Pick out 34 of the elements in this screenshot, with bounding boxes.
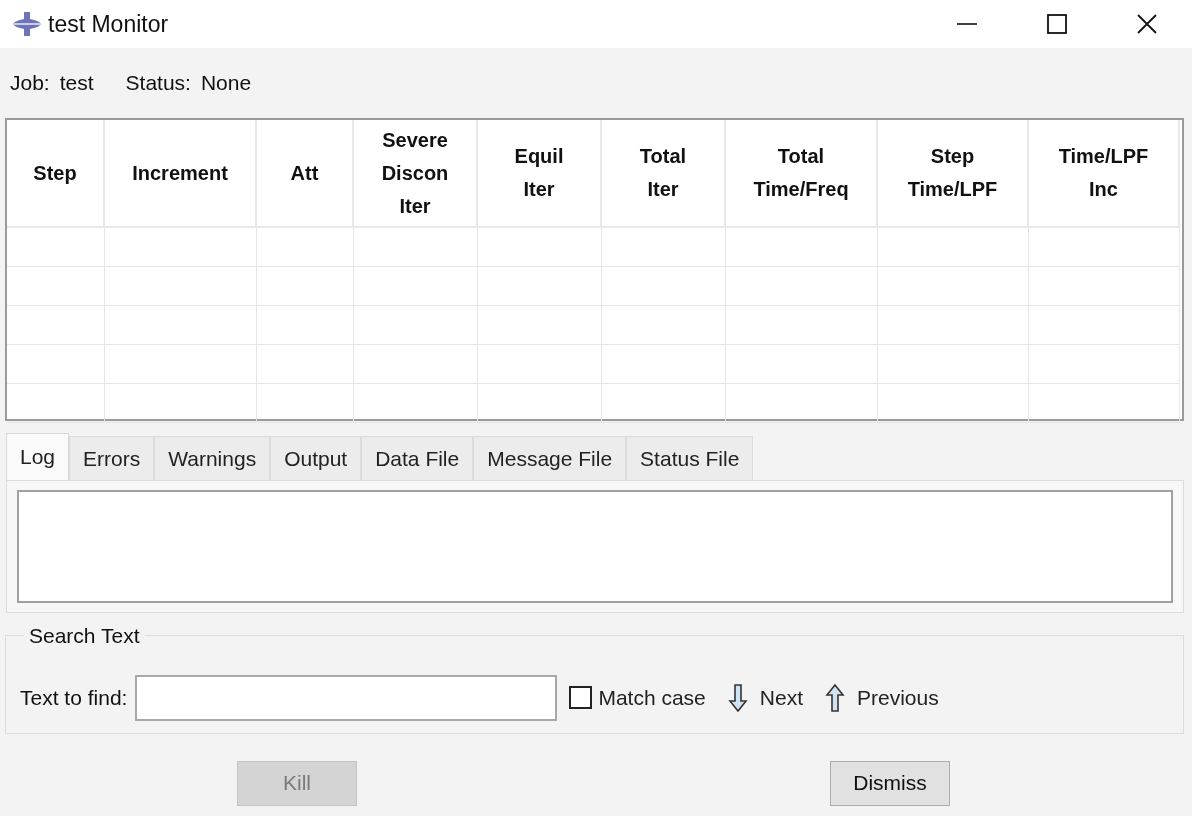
- column-header: Step: [7, 120, 105, 228]
- tab[interactable]: Message File: [473, 436, 627, 480]
- column-header: Increment: [105, 120, 257, 228]
- tab[interactable]: Output: [270, 436, 362, 480]
- status-label: Status:: [125, 71, 191, 95]
- up-arrow-icon: [824, 682, 845, 713]
- column-header: Severe Discon Iter: [354, 120, 478, 228]
- maximize-icon: [1046, 13, 1068, 35]
- tab[interactable]: Errors: [69, 436, 155, 480]
- minimize-icon: [956, 23, 978, 25]
- match-case-checkbox[interactable]: Match case: [569, 685, 706, 710]
- status-value: None: [200, 71, 252, 95]
- window-title: test Monitor: [48, 10, 169, 38]
- log-text-area[interactable]: [17, 490, 1173, 603]
- job-value: test: [59, 71, 94, 95]
- column-header: Equil Iter: [478, 120, 602, 228]
- column-header: Time/LPF Inc: [1029, 120, 1180, 228]
- previous-button[interactable]: Previous: [824, 682, 939, 713]
- close-icon: [1136, 13, 1158, 35]
- next-button[interactable]: Next: [727, 682, 803, 713]
- column-header: Total Time/Freq: [726, 120, 878, 228]
- search-field[interactable]: [135, 674, 558, 721]
- tab[interactable]: Log: [6, 433, 70, 480]
- tab[interactable]: Data File: [361, 436, 474, 480]
- column-header: Total Iter: [602, 120, 726, 228]
- column-header: Att: [257, 120, 354, 228]
- field-label: Text to find:: [20, 685, 128, 710]
- tab[interactable]: Warnings: [154, 436, 271, 480]
- dialog-button[interactable]: Dismiss: [830, 760, 950, 806]
- column-header: Step Time/LPF: [878, 120, 1029, 228]
- app-icon: [12, 11, 42, 37]
- down-arrow-icon: [727, 682, 748, 713]
- tab[interactable]: Status File: [626, 436, 754, 480]
- job-label: Job:: [10, 71, 50, 95]
